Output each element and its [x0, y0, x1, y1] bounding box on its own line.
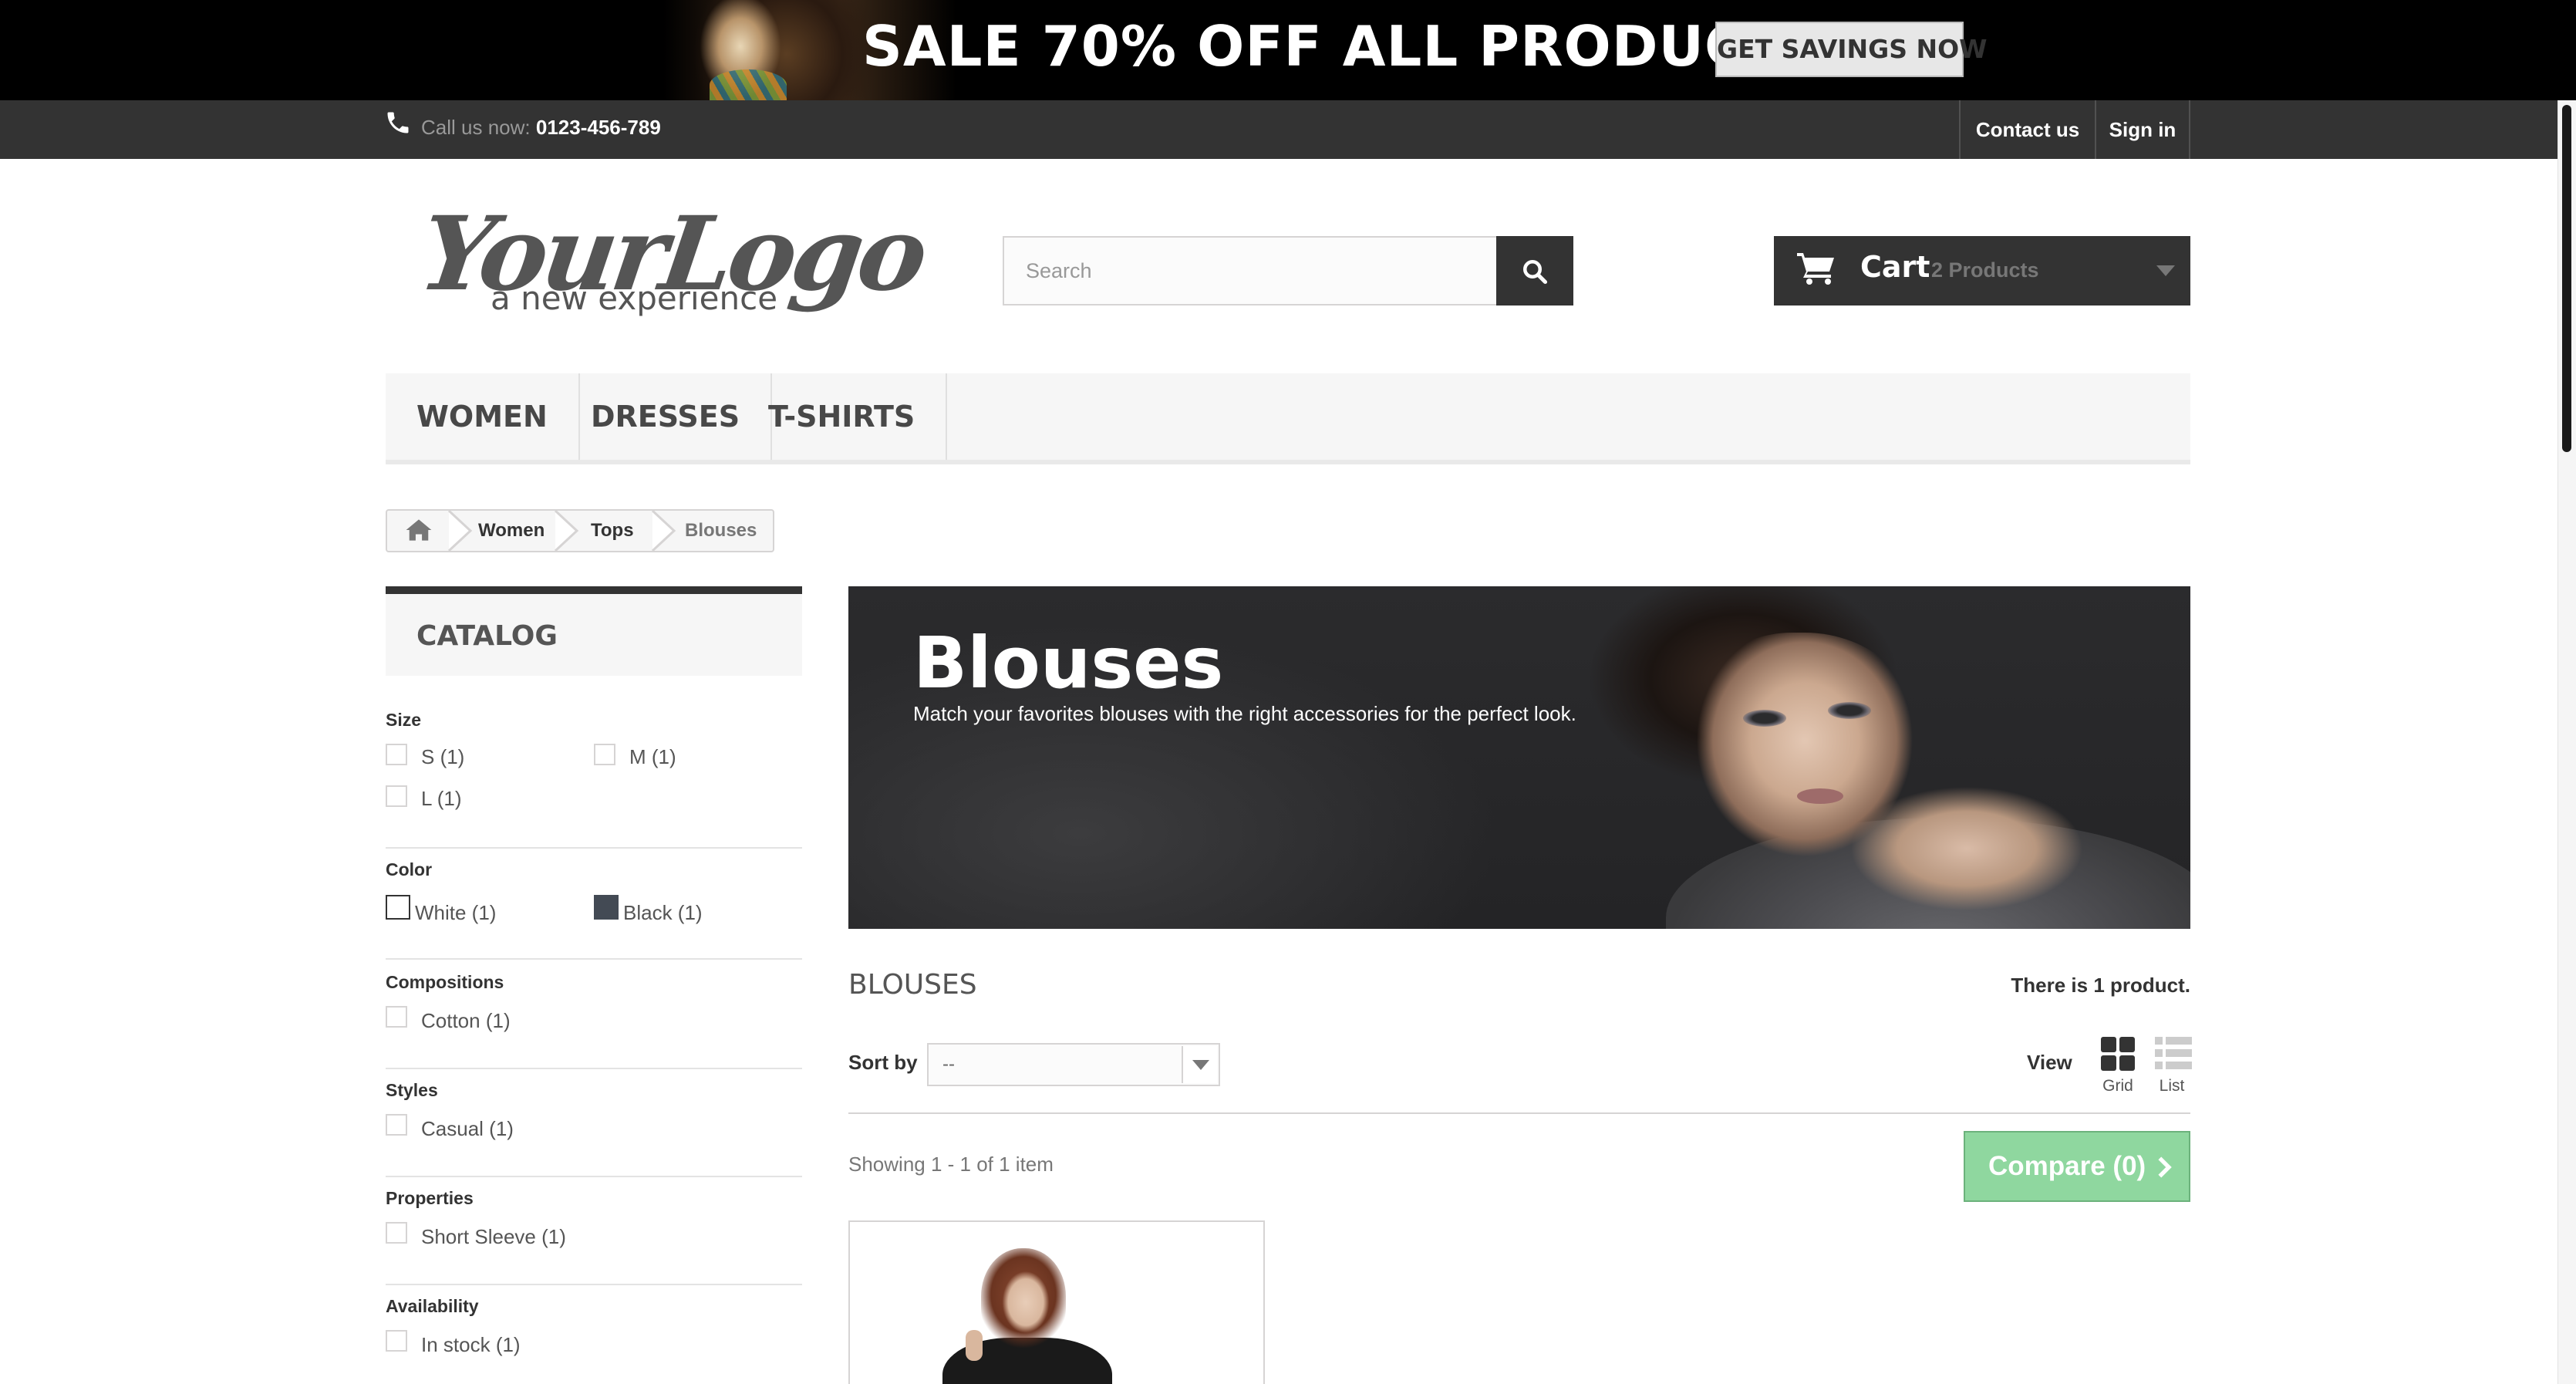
filter-option-casual[interactable]: Casual (1) — [421, 1117, 514, 1141]
filter-title-properties: Properties — [386, 1188, 474, 1208]
category-banner: Blouses Match your favorites blouses wit… — [848, 586, 2190, 929]
logo-tagline: a new experience — [491, 279, 778, 317]
product-count: There is 1 product. — [2011, 974, 2190, 997]
breadcrumb: Women Tops Blouses — [386, 509, 774, 552]
filter-divider — [386, 847, 802, 849]
necklace-detail — [710, 69, 787, 100]
product-model-hand — [966, 1330, 983, 1361]
breadcrumb-separator — [554, 511, 579, 551]
filter-option-size-l[interactable]: L (1) — [421, 787, 462, 811]
checkbox-size-m[interactable] — [594, 744, 615, 765]
showing-items-text: Showing 1 - 1 of 1 item — [848, 1153, 1054, 1176]
filter-title-color: Color — [386, 859, 433, 879]
filter-option-size-m[interactable]: M (1) — [629, 745, 676, 769]
filter-option-short-sleeve[interactable]: Short Sleeve (1) — [421, 1225, 566, 1249]
call-label: Call us now: — [421, 116, 531, 139]
checkbox-size-s[interactable] — [386, 744, 407, 765]
banner-description: Match your favorites blouses with the ri… — [913, 702, 1576, 725]
site-logo[interactable]: YourLogo a new experience — [413, 194, 930, 326]
phone-number: 0123-456-789 — [535, 116, 661, 139]
view-grid-button[interactable]: Grid — [2095, 1037, 2141, 1099]
search-input[interactable] — [1003, 236, 1498, 305]
main-menu: WOMEN DRESSES T-SHIRTS — [386, 373, 2190, 464]
menu-item-tshirts[interactable]: T-SHIRTS — [737, 373, 948, 460]
product-model-head — [981, 1248, 1066, 1349]
breadcrumb-separator — [447, 511, 473, 551]
view-list-label: List — [2159, 1077, 2185, 1095]
filter-divider — [386, 1068, 802, 1069]
get-savings-button[interactable]: GET SAVINGS NOW — [1715, 22, 1988, 77]
scrollbar-thumb[interactable] — [2562, 105, 2571, 452]
filter-option-black[interactable]: Black (1) — [623, 901, 703, 925]
view-list-button[interactable]: List — [2149, 1037, 2195, 1099]
banner-model-face — [1681, 633, 1928, 864]
checkbox-short-sleeve[interactable] — [386, 1222, 407, 1244]
compare-label: Compare (0) — [1988, 1151, 2146, 1181]
contact-us-link[interactable]: Contact us — [1959, 100, 2095, 159]
banner-model-lips — [1797, 788, 1843, 804]
promo-headline: SALE 70% OFF ALL PRODUCTS — [862, 14, 1826, 79]
compare-button[interactable]: Compare (0) — [1964, 1131, 2190, 1202]
cart-block[interactable]: Cart 2 Products — [1774, 236, 2190, 305]
grid-icon — [2101, 1037, 2135, 1071]
filter-option-white[interactable]: White (1) — [415, 901, 496, 925]
promo-banner[interactable]: SALE 70% OFF ALL PRODUCTS GET SAVINGS NO… — [0, 0, 2576, 100]
banner-model-eye — [1743, 710, 1786, 727]
checkbox-cotton[interactable] — [386, 1006, 407, 1028]
chevron-down-icon — [1192, 1060, 1209, 1070]
filter-divider — [386, 958, 802, 960]
filter-title-size: Size — [386, 710, 422, 730]
filter-option-size-s[interactable]: S (1) — [421, 745, 464, 769]
sort-label: Sort by — [848, 1051, 918, 1074]
breadcrumb-blouses: Blouses — [685, 520, 757, 541]
home-icon[interactable] — [406, 518, 432, 545]
filter-title-availability: Availability — [386, 1296, 479, 1316]
list-icon — [2155, 1037, 2192, 1069]
toolbar-divider — [848, 1112, 2190, 1114]
catalog-title: CATALOG — [416, 620, 558, 652]
menu-item-women[interactable]: WOMEN — [386, 373, 580, 460]
filter-title-styles: Styles — [386, 1080, 438, 1100]
checkbox-in-stock[interactable] — [386, 1330, 407, 1352]
banner-model-eye — [1828, 702, 1871, 719]
view-grid-label: Grid — [2102, 1077, 2133, 1095]
filter-option-in-stock[interactable]: In stock (1) — [421, 1333, 521, 1357]
sort-selected-value: -- — [942, 1054, 955, 1075]
sort-select[interactable]: -- — [927, 1043, 1220, 1086]
filter-divider — [386, 1176, 802, 1177]
product-card[interactable] — [848, 1220, 1265, 1384]
checkbox-size-l[interactable] — [386, 785, 407, 807]
chevron-down-icon[interactable] — [2156, 265, 2175, 276]
search-icon — [1523, 260, 1548, 285]
call-us-text: Call us now: 0123-456-789 — [421, 116, 661, 140]
breadcrumb-women[interactable]: Women — [478, 511, 545, 551]
search-button[interactable] — [1496, 236, 1573, 305]
cart-label: Cart — [1860, 250, 1930, 284]
view-label: View — [2027, 1051, 2072, 1074]
phone-icon — [384, 109, 412, 140]
product-image[interactable] — [850, 1222, 1263, 1384]
cart-product-count: 2 Products — [1931, 258, 2039, 282]
filter-divider — [386, 1284, 802, 1285]
catalog-header: CATALOG — [386, 586, 802, 676]
sort-dropdown-arrow[interactable] — [1182, 1046, 1217, 1083]
chevron-right-icon — [2158, 1156, 2172, 1178]
sign-in-link[interactable]: Sign in — [2095, 100, 2190, 159]
filter-option-cotton[interactable]: Cotton (1) — [421, 1009, 511, 1033]
cart-icon — [1797, 253, 1834, 285]
color-swatch-white[interactable] — [386, 895, 410, 920]
breadcrumb-separator — [651, 511, 676, 551]
checkbox-casual[interactable] — [386, 1114, 407, 1136]
color-swatch-black[interactable] — [594, 895, 619, 920]
filter-title-compositions: Compositions — [386, 972, 504, 992]
category-heading: BLOUSES — [848, 969, 977, 1001]
banner-title: Blouses — [913, 622, 1224, 704]
breadcrumb-tops[interactable]: Tops — [591, 511, 634, 551]
